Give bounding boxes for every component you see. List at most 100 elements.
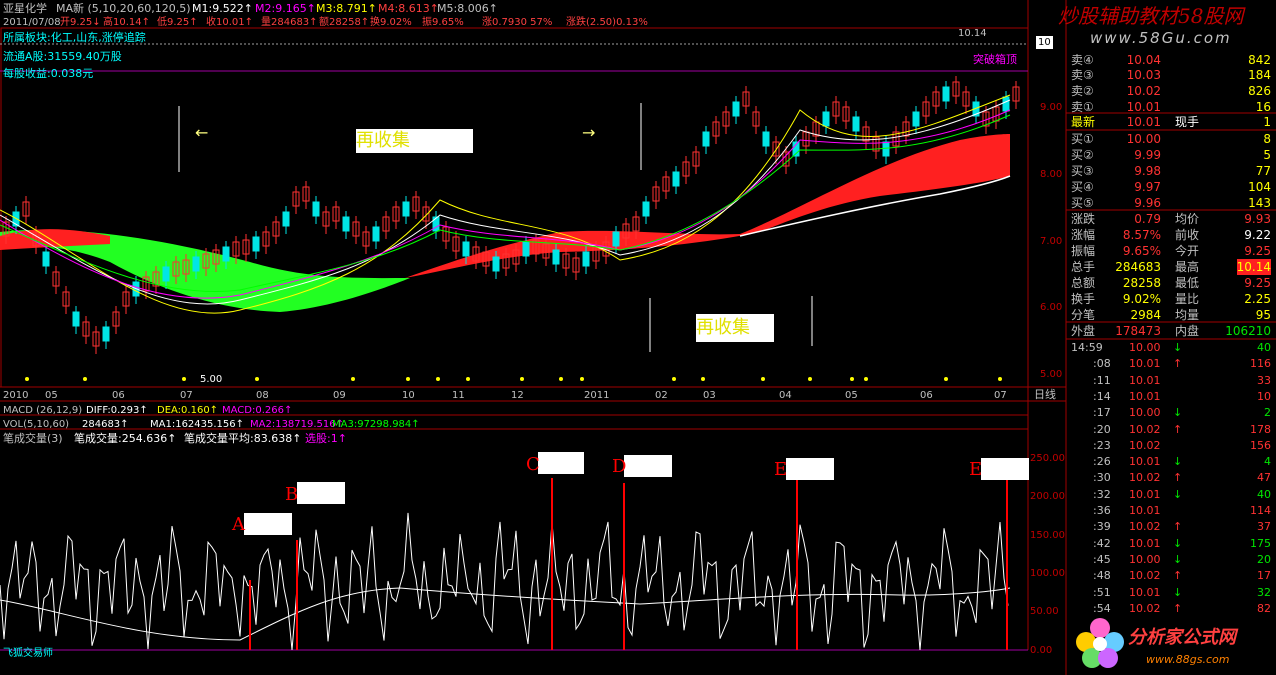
buy-row-4[interactable]: 买④ 9.97 104 [1069,179,1273,195]
candle-body [942,86,950,102]
tick-time: :30 [1093,471,1111,485]
tick-row: :08 10.01 ↑ 116 [1069,356,1273,372]
macd-value: MACD:0.266↑ [222,405,293,416]
vol-ma2: MA2:138719.516↑ [250,419,345,430]
watermark-bottom-url: www.88gs.com [1146,653,1230,666]
tick-dir: ↑ [1173,357,1183,371]
lower-axis-0: 0.00 [1030,645,1053,656]
sell-row-2[interactable]: 卖② 10.02 826 [1069,83,1273,99]
buy-row-3[interactable]: 买③ 9.98 77 [1069,163,1273,179]
candle-body [582,251,590,267]
sell-row-1[interactable]: 卖① 10.01 16 [1069,99,1273,115]
stat-value: 9.25 [1244,244,1271,258]
time-axis-2011: 2011 [584,390,610,401]
turnover-value: 换9.02% [370,17,412,28]
m2-value: M2:9.165↑ [255,2,316,15]
buy-price: 10.00 [1126,132,1161,146]
signal-dot [559,377,563,381]
stat-value: 8.57% [1122,228,1161,242]
vol-label[interactable]: VOL(5,10,60) [3,418,69,431]
outer-label: 外盘 [1071,324,1096,338]
time-axis-2010: 2010 [3,390,29,401]
tick-price: 10.01 [1129,373,1161,387]
period-tab[interactable]: 日线 [1034,388,1056,401]
vol-ma1: MA1:162435.156↑ [150,419,245,430]
bicheng-label[interactable]: 笔成交量(3) [3,432,63,445]
lower-axis-250: 250.00 [1030,453,1065,464]
float-info: 流通A股:31559.40万股 [3,50,122,63]
stock-name: 亚星化学 [3,2,47,15]
label-box-a [244,513,292,535]
candle-body [102,326,110,342]
stat-value: 9.25 [1244,276,1271,290]
time-axis-02: 02 [655,390,668,401]
sell-row-4[interactable]: 卖④ 10.04 842 [1069,52,1273,68]
stat-value: 2984 [1130,308,1161,322]
tick-vol: 10 [1257,389,1271,403]
tick-price: 10.02 [1129,520,1161,534]
latest-row[interactable]: 最新 10.01 现手 1 [1069,114,1273,130]
mark-c: C [526,454,540,475]
signal-dot [672,377,676,381]
buy-row-2[interactable]: 买② 9.99 5 [1069,147,1273,163]
tick-time: 14:59 [1071,341,1103,354]
close-value: 收10.01↑ [206,17,254,28]
arrow-left-icon: ← [195,123,209,142]
buy-label: 买③ [1071,164,1094,178]
macd-label[interactable]: MACD (26,12,9) [3,404,82,417]
tick-vol: 114 [1250,504,1271,517]
signal-dot [944,377,948,381]
bicheng-value: 笔成交量:254.636↑ [74,432,177,445]
tick-time: :32 [1093,487,1111,501]
tick-row: :30 10.02 ↑ 47 [1069,470,1273,486]
sell-vol: 842 [1248,53,1271,67]
tick-row: :17 10.00 ↓ 2 [1069,405,1273,421]
sell-price: 10.03 [1126,68,1161,82]
candle-body [882,141,890,157]
sell-row-3[interactable]: 卖③ 10.03 184 [1069,67,1273,83]
tick-row: :45 10.00 ↓ 20 [1069,552,1273,568]
sell-vol: 184 [1248,68,1271,82]
tick-time: :11 [1093,373,1111,387]
mark-b: B [285,484,299,505]
buy-row-5[interactable]: 买⑤ 9.96 143 [1069,195,1273,211]
candle-body [642,201,650,217]
tick-price: 10.00 [1129,552,1161,566]
stat-label: 涨跌 [1071,212,1096,226]
buy-vol: 143 [1248,196,1271,210]
price-axis-9: 9.00 [1040,102,1063,113]
low-value: 低9.25↑ [157,17,198,28]
tick-dir: ↑ [1173,520,1183,534]
tick-time: :26 [1093,455,1111,469]
stat-value: 0.79 [1134,212,1161,226]
m4-value: M4:8.613↑ [378,2,439,15]
signal-dot [83,377,87,381]
tick-time: :48 [1093,569,1111,583]
tick-dir: ↑ [1173,422,1183,436]
stat-label: 均价 [1175,212,1200,226]
tick-vol: 32 [1257,585,1271,599]
stat-label: 量比 [1175,292,1200,306]
tick-vol: 116 [1250,357,1271,371]
stat-label: 均量 [1175,308,1200,322]
signal-dot [182,377,186,381]
candle-body [162,266,170,282]
tick-price: 10.01 [1129,357,1161,371]
tick-vol: 33 [1257,373,1271,387]
tick-vol: 37 [1257,520,1271,534]
tick-price: 10.02 [1129,601,1161,615]
tick-time: :23 [1093,438,1111,452]
stat-row: 振幅 9.65% 今开 9.25 [1069,243,1273,259]
stat-label: 今开 [1175,244,1200,258]
signal-dot [808,377,812,381]
label-box-d [624,455,672,477]
lower-axis-150: 150.00 [1030,530,1065,541]
high-marker: 10.14 [958,28,987,39]
candle-body [702,131,710,147]
tick-vol: 156 [1250,438,1271,452]
buy-label: 买① [1071,132,1094,146]
signal-dot [520,377,524,381]
tip-value: 涨跌(2.50)0.13% [566,17,648,28]
candle-body [552,249,560,265]
buy-row-1[interactable]: 买① 10.00 8 [1069,131,1273,147]
